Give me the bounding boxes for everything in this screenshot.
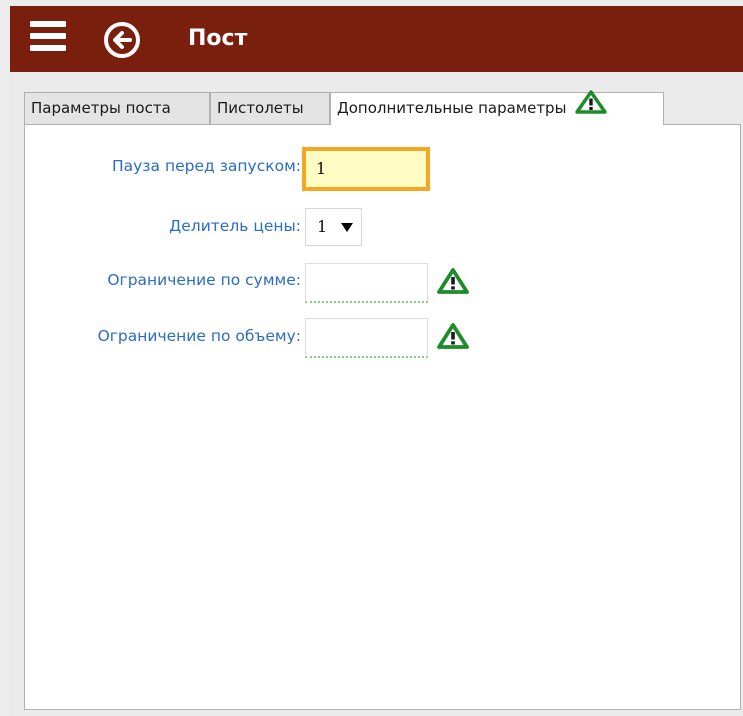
volume-limit-label: Ограничение по объему:	[97, 327, 301, 345]
dropdown-arrow-icon	[341, 223, 353, 232]
warning-icon	[436, 322, 470, 354]
page-title: Пост	[188, 26, 248, 51]
hamburger-menu-icon-bar	[30, 21, 66, 27]
form-row-sum-limit: Ограничение по сумме:	[25, 263, 742, 305]
tab-nozzles[interactable]: Пистолеты	[210, 92, 330, 124]
price-divider-label: Делитель цены:	[169, 217, 301, 235]
pause-before-start-label: Пауза перед запуском:	[111, 157, 301, 175]
tab-additional-parameters[interactable]: Дополнительные параметры	[330, 90, 664, 125]
menu-button[interactable]	[30, 21, 66, 51]
warning-icon	[436, 267, 470, 299]
tab-panel-additional-parameters: Пауза перед запуском: 1 Делитель цены: 1…	[24, 124, 741, 710]
form-row-price-divider: Делитель цены: 1	[25, 208, 742, 246]
sum-limit-input[interactable]	[305, 263, 428, 303]
back-button[interactable]	[103, 21, 141, 59]
price-divider-value: 1	[317, 217, 328, 236]
app-window: Пост Параметры поста Пистолеты Дополните…	[10, 6, 743, 716]
tab-label: Дополнительные параметры	[337, 99, 567, 117]
hamburger-menu-icon-bar	[30, 33, 66, 39]
title-bar: Пост	[10, 6, 743, 72]
price-divider-select[interactable]: 1	[305, 208, 362, 246]
pause-before-start-input[interactable]: 1	[302, 147, 430, 191]
tab-label: Пистолеты	[217, 99, 304, 117]
tab-label: Параметры поста	[31, 99, 171, 117]
volume-limit-input[interactable]	[305, 318, 428, 358]
warning-icon	[575, 90, 607, 124]
tab-post-parameters[interactable]: Параметры поста	[24, 92, 210, 124]
sum-limit-label: Ограничение по сумме:	[107, 271, 301, 289]
hamburger-menu-icon-bar	[30, 45, 66, 51]
form-row-volume-limit: Ограничение по объему:	[25, 318, 742, 360]
form-row-pause: Пауза перед запуском: 1	[25, 147, 742, 191]
back-arrow-circle-icon	[104, 22, 140, 58]
